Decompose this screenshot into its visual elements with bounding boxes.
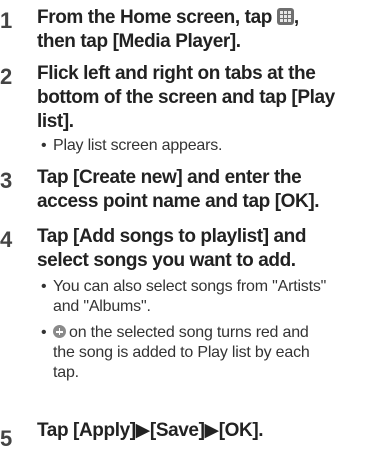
step-number: 2: [0, 64, 13, 89]
step-number: 1: [0, 8, 13, 33]
note-text: Play list screen appears.: [53, 137, 223, 154]
step-title-line: Tap [Create new] and enter the: [37, 167, 302, 188]
bullet-marker: •: [41, 137, 47, 154]
step-title: Tap [Apply]▶[Save]▶[OK].: [37, 419, 377, 443]
bullet-marker: •: [41, 324, 47, 341]
step-title: Tap [Add songs to playlist] and select s…: [37, 225, 377, 273]
step-title-line: Tap [Apply]▶[Save]▶[OK].: [37, 420, 264, 441]
step-title-line: From the Home screen, tap ,: [37, 7, 299, 28]
add-circle-icon: [53, 325, 66, 338]
step-note: • Play list screen appears.: [41, 136, 377, 156]
bullet-marker: •: [41, 278, 47, 295]
step-number: 5: [0, 426, 13, 451]
step-note: • on the selected song turns red and the…: [41, 323, 377, 383]
step-title: Flick left and right on tabs at the bott…: [37, 62, 377, 134]
step-title-line: then tap [Media Player].: [37, 31, 241, 52]
step-number: 3: [0, 168, 13, 193]
note-text: on the selected song turns red and the s…: [53, 324, 310, 381]
step-title: From the Home screen, tap , then tap [Me…: [37, 6, 377, 54]
step-number: 4: [0, 227, 13, 252]
step-title-line: bottom of the screen and tap [Play: [37, 87, 335, 108]
step-title-line: Tap [Add songs to playlist] and: [37, 226, 307, 247]
step-note: • You can also select songs from "Artist…: [41, 277, 377, 317]
note-text: You can also select songs from "Artists"…: [53, 278, 327, 315]
step-title: Tap [Create new] and enter the access po…: [37, 166, 377, 214]
step-title-line: list].: [37, 111, 74, 132]
step-title-line: Flick left and right on tabs at the: [37, 63, 316, 84]
apps-grid-icon: [276, 8, 294, 25]
step-title-line: select songs you want to add.: [37, 250, 296, 271]
step-title-line: access point name and tap [OK].: [37, 191, 320, 212]
